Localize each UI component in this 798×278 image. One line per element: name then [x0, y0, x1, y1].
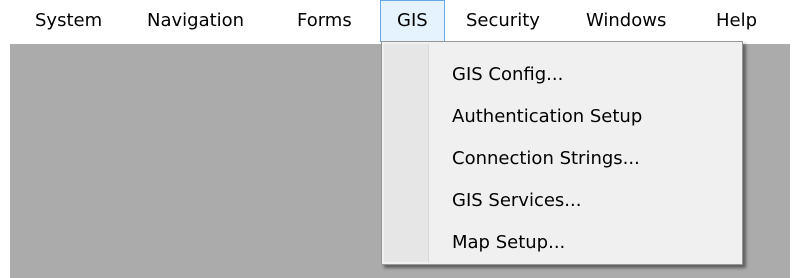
- menu-help[interactable]: Help: [716, 0, 757, 42]
- gis-dropdown-menu: GIS Config... Authentication Setup Conne…: [381, 41, 743, 265]
- menu-item-connection-strings[interactable]: Connection Strings...: [452, 142, 640, 176]
- menu-item-gis-config[interactable]: GIS Config...: [452, 58, 563, 92]
- application-window: System Navigation Forms GIS Security Win…: [0, 0, 798, 278]
- menu-bar: System Navigation Forms GIS Security Win…: [0, 0, 798, 42]
- menu-navigation[interactable]: Navigation: [147, 0, 244, 42]
- menu-gis[interactable]: GIS: [380, 0, 445, 42]
- dropdown-icon-gutter: [384, 44, 429, 262]
- menu-windows[interactable]: Windows: [586, 0, 666, 42]
- menu-system[interactable]: System: [35, 0, 102, 42]
- menu-item-authentication-setup[interactable]: Authentication Setup: [452, 100, 642, 134]
- menu-forms[interactable]: Forms: [297, 0, 352, 42]
- menu-item-gis-services[interactable]: GIS Services...: [452, 184, 581, 218]
- menu-security[interactable]: Security: [466, 0, 540, 42]
- menu-item-map-setup[interactable]: Map Setup...: [452, 226, 565, 260]
